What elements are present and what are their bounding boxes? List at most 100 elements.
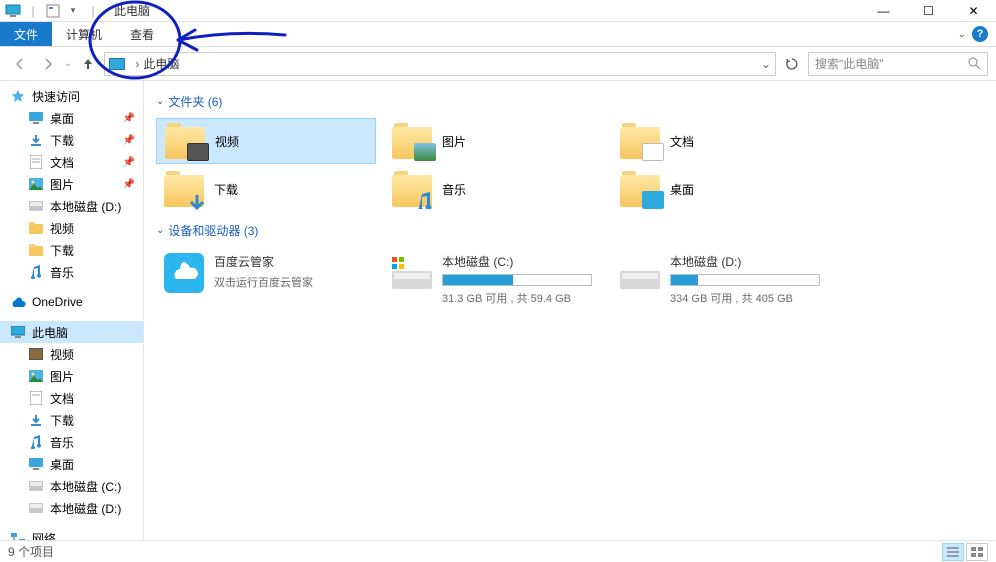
quick-access-toolbar: | ▾ | [0, 2, 106, 20]
baidu-cloud-icon [164, 253, 204, 293]
network-icon [10, 530, 26, 540]
folder-item-music[interactable]: 音乐 [384, 166, 604, 212]
sidebar-item-label: 本地磁盘 (D:) [50, 198, 121, 215]
folder-icon [620, 171, 660, 207]
ribbon-expand-icon[interactable]: ⌄ [958, 29, 966, 40]
folder-icon [392, 123, 432, 159]
search-input[interactable] [815, 57, 955, 71]
folder-item-video[interactable]: 视频 [156, 118, 376, 164]
tab-view[interactable]: 查看 [116, 22, 168, 46]
up-button[interactable] [76, 52, 100, 76]
sidebar-item-pc-music[interactable]: 音乐 [0, 431, 143, 453]
sidebar-item-documents[interactable]: 文档 📌 [0, 151, 143, 173]
status-bar: 9 个项目 [0, 540, 996, 562]
device-item-baidu[interactable]: 百度云管家 双击运行百度云管家 [156, 247, 376, 312]
address-dropdown-icon[interactable]: ⌄ [761, 57, 771, 71]
folder-label: 文档 [670, 133, 694, 150]
sidebar-item-pc-downloads[interactable]: 下载 [0, 409, 143, 431]
sidebar-item-label: 下载 [50, 412, 74, 429]
minimize-button[interactable]: — [861, 0, 906, 22]
device-item-drive-d[interactable]: 本地磁盘 (D:) 334 GB 可用 , 共 405 GB [612, 247, 832, 312]
sidebar-item-pc-desktop[interactable]: 桌面 [0, 453, 143, 475]
folder-label: 下载 [214, 181, 238, 198]
sidebar-item-quick-access[interactable]: 快速访问 [0, 85, 143, 107]
sidebar-item-label: 快速访问 [32, 88, 80, 105]
folder-item-downloads[interactable]: 下载 [156, 166, 376, 212]
folder-icon [620, 123, 660, 159]
sidebar-item-this-pc[interactable]: 此电脑 [0, 321, 143, 343]
sidebar-item-desktop[interactable]: 桌面 📌 [0, 107, 143, 129]
search-box[interactable] [808, 52, 988, 76]
folder-label: 图片 [442, 133, 466, 150]
folder-label: 音乐 [442, 181, 466, 198]
documents-icon [28, 390, 44, 406]
address-bar[interactable]: › 此电脑 ⌄ [104, 52, 776, 76]
refresh-button[interactable] [780, 52, 804, 76]
video-icon [28, 346, 44, 362]
sidebar-item-label: 音乐 [50, 264, 74, 281]
sidebar-item-downloads2[interactable]: 下载 [0, 239, 143, 261]
ribbon-right: ⌄ ? [958, 22, 996, 46]
sidebar-item-music[interactable]: 音乐 [0, 261, 143, 283]
sidebar-item-pc-pictures[interactable]: 图片 [0, 365, 143, 387]
sidebar-item-label: 下载 [50, 242, 74, 259]
sidebar-item-pictures[interactable]: 图片 📌 [0, 173, 143, 195]
device-name: 本地磁盘 (C:) [442, 253, 596, 270]
sidebar-item-label: 图片 [50, 176, 74, 193]
sidebar-item-pc-local-d[interactable]: 本地磁盘 (D:) [0, 497, 143, 519]
view-large-icons-button[interactable] [966, 543, 988, 561]
status-item-count: 9 个项目 [8, 543, 54, 560]
sidebar-item-label: 文档 [50, 154, 74, 171]
folder-item-desktop[interactable]: 桌面 [612, 166, 832, 212]
music-icon [28, 434, 44, 450]
sidebar-item-network[interactable]: 网络 [0, 527, 143, 540]
capacity-bar [670, 274, 820, 286]
sidebar-item-pc-video[interactable]: 视频 [0, 343, 143, 365]
group-header-devices[interactable]: ⌄ 设备和驱动器 (3) [148, 218, 992, 243]
view-toggles [942, 543, 988, 561]
device-sub: 双击运行百度云管家 [214, 274, 368, 290]
sidebar-item-onedrive[interactable]: OneDrive [0, 291, 143, 313]
caret-down-icon: ⌄ [156, 96, 164, 107]
sidebar-item-pc-documents[interactable]: 文档 [0, 387, 143, 409]
device-name: 本地磁盘 (D:) [670, 253, 824, 270]
downloads-icon [28, 132, 44, 148]
tab-computer[interactable]: 计算机 [52, 22, 116, 46]
group-header-label: 设备和驱动器 (3) [168, 222, 258, 239]
address-pc-icon [109, 58, 125, 70]
history-dropdown-icon[interactable]: ⌄ [64, 58, 72, 69]
qat-separator: | [24, 2, 42, 20]
qat-dropdown-icon[interactable]: ▾ [64, 2, 82, 20]
sidebar-item-local-d[interactable]: 本地磁盘 (D:) [0, 195, 143, 217]
device-name: 百度云管家 [214, 253, 368, 270]
help-icon[interactable]: ? [972, 26, 988, 42]
drive-icon [620, 253, 660, 293]
group-header-folders[interactable]: ⌄ 文件夹 (6) [148, 89, 992, 114]
folder-item-documents[interactable]: 文档 [612, 118, 832, 164]
close-button[interactable]: ✕ [951, 0, 996, 22]
sidebar-item-label: 图片 [50, 368, 74, 385]
sidebar-item-label: 音乐 [50, 434, 74, 451]
sidebar: 快速访问 桌面 📌 下载 📌 文档 📌 图片 📌 本地磁盘 (D:) [0, 81, 144, 540]
desktop-icon [28, 456, 44, 472]
forward-button[interactable] [36, 52, 60, 76]
view-details-button[interactable] [942, 543, 964, 561]
folder-item-pictures[interactable]: 图片 [384, 118, 604, 164]
tab-file[interactable]: 文件 [0, 22, 52, 46]
pictures-icon [28, 368, 44, 384]
properties-icon[interactable] [44, 2, 62, 20]
body: 快速访问 桌面 📌 下载 📌 文档 📌 图片 📌 本地磁盘 (D:) [0, 81, 996, 540]
back-button[interactable] [8, 52, 32, 76]
pin-icon: 📌 [123, 113, 135, 124]
content-area: ⌄ 文件夹 (6) 视频 图片 文档 下载 [144, 81, 996, 540]
search-icon[interactable] [968, 57, 981, 70]
maximize-button[interactable]: ☐ [906, 0, 951, 22]
sidebar-item-pc-local-c[interactable]: 本地磁盘 (C:) [0, 475, 143, 497]
device-info: 百度云管家 双击运行百度云管家 [214, 253, 368, 306]
sidebar-item-video[interactable]: 视频 [0, 217, 143, 239]
device-item-drive-c[interactable]: 本地磁盘 (C:) 31.3 GB 可用 , 共 59.4 GB [384, 247, 604, 312]
breadcrumb[interactable]: 此电脑 [143, 55, 179, 72]
sidebar-item-downloads[interactable]: 下载 📌 [0, 129, 143, 151]
navigation-bar: ⌄ › 此电脑 ⌄ [0, 47, 996, 81]
folder-icon [164, 171, 204, 207]
